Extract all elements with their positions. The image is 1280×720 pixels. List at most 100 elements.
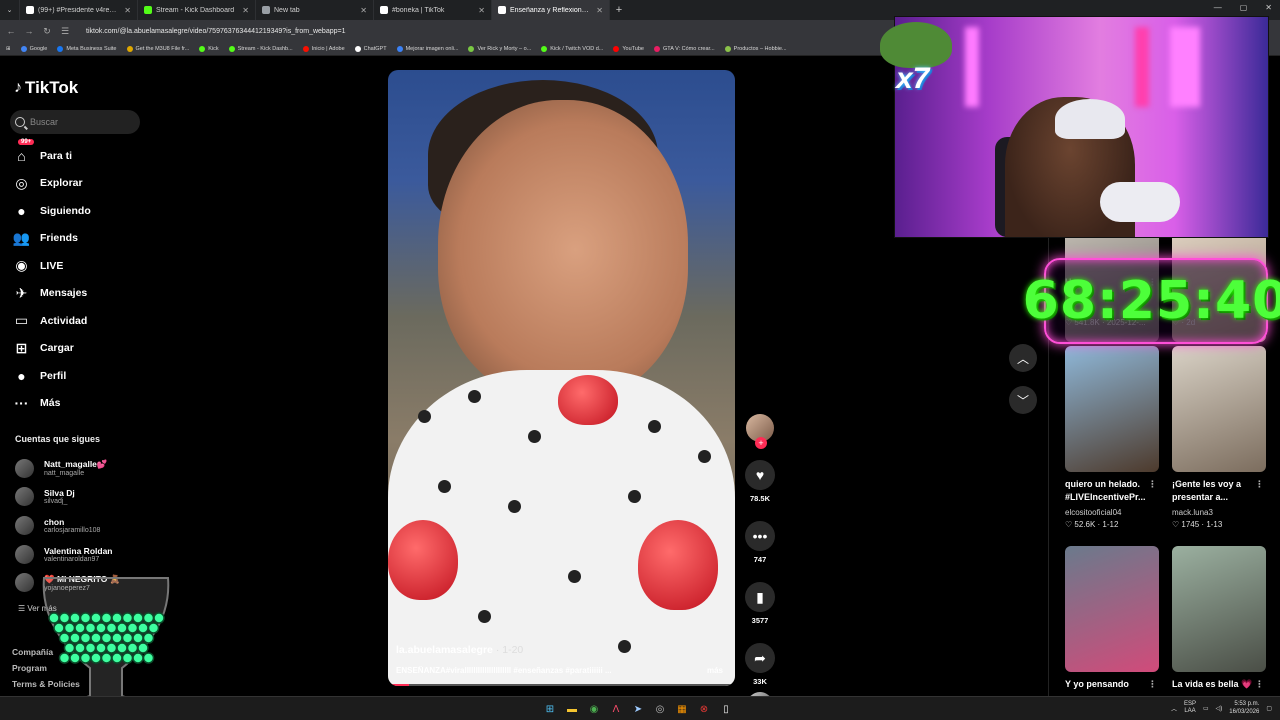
bookmark-item[interactable]: Inicio | Adobe <box>302 45 345 52</box>
save-action[interactable]: ▮ 3577 <box>744 582 776 625</box>
bookmark-item[interactable]: Kick / Twitch VOD d... <box>541 45 603 52</box>
browser-tab[interactable]: #boneka | TikTok ✕ <box>374 0 492 20</box>
close-window-icon[interactable]: ✕ <box>1265 3 1272 12</box>
browser-tab[interactable]: Stream - Kick Dashboard ✕ <box>138 0 256 20</box>
sidebar-item-siguiendo[interactable]: ● Siguiendo <box>12 197 90 225</box>
new-tab-button[interactable]: + <box>610 4 628 16</box>
video-thumbnail[interactable] <box>1172 346 1266 472</box>
sidebar-item-label: Friends <box>40 232 78 245</box>
sidebar-item-más[interactable]: ··· Más <box>12 390 91 418</box>
bookmark-item[interactable]: Ver Rick y Morty – o... <box>468 45 531 52</box>
sidebar-item-perfil[interactable]: ● Perfil <box>12 362 91 390</box>
acrobat-icon[interactable]: Λ <box>608 701 624 717</box>
windows-start-icon[interactable]: ⊞ <box>542 701 558 717</box>
author-avatar[interactable]: + <box>746 414 774 449</box>
sidebar-item-cargar[interactable]: ⊞ Cargar <box>12 335 91 363</box>
video-title[interactable]: quiero un helado. #LIVEIncentivePr... ⋮ <box>1065 478 1157 504</box>
video-thumbnail[interactable] <box>1172 546 1266 672</box>
bookmark-item[interactable]: GTA V: Cómo crear... <box>654 45 715 52</box>
video-thumbnail[interactable] <box>1065 346 1159 472</box>
site-info-icon[interactable]: ☰ <box>60 26 70 37</box>
video-title[interactable]: Y yo pensando ⋮ <box>1065 678 1157 691</box>
more-options-icon[interactable]: ⋮ <box>1148 478 1157 491</box>
follow-plus-icon[interactable]: + <box>755 437 767 449</box>
close-icon[interactable]: ✕ <box>242 6 249 15</box>
bookmark-item[interactable]: Productos – Hobbie... <box>724 45 787 52</box>
more-options-icon[interactable]: ⋮ <box>1255 678 1264 691</box>
bookmark-item[interactable]: Google <box>20 45 47 52</box>
share-icon[interactable]: ➦ <box>745 643 775 673</box>
red-app-icon[interactable]: ⊗ <box>696 701 712 717</box>
volume-icon[interactable]: ◁) <box>1216 705 1223 712</box>
tab-search-button[interactable]: ⌄ <box>0 0 20 20</box>
video-title[interactable]: ¡Gente les voy a presentar a... ⋮ <box>1172 478 1264 504</box>
notification-icon[interactable]: ▢ <box>1266 705 1272 712</box>
telegram-icon[interactable]: ➤ <box>630 701 646 717</box>
more-options-icon[interactable]: ⋮ <box>1255 478 1264 491</box>
clock[interactable]: 5:53 p.m. 16/03/2026 <box>1229 700 1259 716</box>
bookmark-item[interactable]: ChatGPT <box>354 45 387 52</box>
bookmark-item[interactable]: Stream - Kick Dashb... <box>228 45 293 52</box>
bookmark-item[interactable]: Kick <box>199 45 219 52</box>
sidebar-item-para-ti[interactable]: ⌂ Para ti <box>12 142 91 170</box>
network-icon[interactable]: ▭ <box>1203 705 1209 712</box>
next-video-button[interactable]: ﹀ <box>1009 386 1037 414</box>
video-player[interactable]: la.abuelamasalegre · 1-20 ENSEÑANZA#vira… <box>388 70 735 686</box>
browser-tab-active[interactable]: Enseñanza y Reflexiones de Ab✕ <box>492 0 610 20</box>
obs-icon[interactable]: ◎ <box>652 701 668 717</box>
app-grid-icon[interactable]: ▦ <box>674 701 690 717</box>
video-author[interactable]: elcositooficial04 <box>1065 508 1121 517</box>
sidebar-item-actividad[interactable]: ▭ 99+ Actividad <box>12 139 91 335</box>
previous-video-button[interactable]: ︿ <box>1009 344 1037 372</box>
video-thumbnail[interactable] <box>1065 546 1159 672</box>
sidebar-item-friends[interactable]: 👥 Friends <box>12 225 91 253</box>
url-field[interactable]: tiktok.com/@la.abuelamasalegre/video/759… <box>86 28 345 35</box>
shirt-dot <box>698 450 711 463</box>
bookmark-item[interactable]: Meta Business Suite <box>57 45 117 52</box>
file-explorer-icon[interactable]: ▬ <box>564 701 580 717</box>
sidebar-item-explorar[interactable]: ◎ Explorar <box>12 170 91 198</box>
bookmark-item[interactable]: YouTube <box>613 45 644 52</box>
video-progress-bar[interactable] <box>388 684 735 686</box>
minimize-icon[interactable]: — <box>1214 3 1222 12</box>
bead <box>84 642 97 654</box>
heart-icon[interactable]: ♥ <box>745 460 775 490</box>
video-title[interactable]: La vida es bella 💗 ⋮ <box>1172 678 1264 691</box>
close-icon[interactable]: ✕ <box>124 6 131 15</box>
video-stats: ♡ 1745 · 1-13 <box>1172 520 1223 529</box>
comment-action[interactable]: ••• 747 <box>744 521 776 564</box>
close-icon[interactable]: ✕ <box>360 6 367 15</box>
sidebar-item-live[interactable]: ◉ LIVE <box>12 252 91 280</box>
bookmark-item[interactable]: Mejorar imagen onli... <box>396 45 458 52</box>
like-action[interactable]: ♥ 78.5K <box>744 460 776 503</box>
following-account[interactable]: Silva Dj silvadj_ <box>15 483 120 512</box>
language-indicator[interactable]: ESP LAA <box>1184 701 1196 715</box>
bookmark-item[interactable]: Get the M3U8 File fr... <box>126 45 189 52</box>
close-icon[interactable]: ✕ <box>596 6 603 15</box>
bookmark-icon[interactable]: ▮ <box>745 582 775 612</box>
search-input[interactable]: Buscar <box>10 110 140 134</box>
following-account[interactable]: Valentina Roldan valentinaroldan97 <box>15 540 120 569</box>
document-icon[interactable]: ▯ <box>718 701 734 717</box>
chrome-icon[interactable]: ◉ <box>586 701 602 717</box>
share-action[interactable]: ➦ 33K <box>744 643 776 686</box>
video-author[interactable]: la.abuelamasalegre · 1-20 <box>396 644 523 656</box>
apps-icon[interactable]: ⊞ <box>6 46 11 52</box>
sidebar-item-mensajes[interactable]: ✈83Mensajes <box>12 139 91 308</box>
tray-chevron-icon[interactable]: ︿ <box>1171 704 1177 713</box>
more-options-icon[interactable]: ⋮ <box>1148 678 1157 691</box>
following-account[interactable]: chon carlosjaramillo108 <box>15 511 120 540</box>
maximize-icon[interactable]: ▢ <box>1240 3 1248 12</box>
forward-icon[interactable]: → <box>24 26 34 36</box>
reload-icon[interactable]: ↻ <box>42 26 52 37</box>
browser-tab[interactable]: New tab ✕ <box>256 0 374 20</box>
close-icon[interactable]: ✕ <box>478 6 485 15</box>
comment-icon[interactable]: ••• <box>745 521 775 551</box>
video-more-link[interactable]: más <box>707 666 723 675</box>
browser-tab[interactable]: (99+) #Presidente v4remake #m✕ <box>20 0 138 20</box>
bead <box>137 642 149 654</box>
tiktok-logo[interactable]: ♪ TikTok <box>14 78 78 98</box>
following-account[interactable]: Natt_magalle💕 natt_magalle <box>15 454 120 483</box>
video-author[interactable]: mack.luna3 <box>1172 508 1213 517</box>
back-icon[interactable]: ← <box>6 26 16 36</box>
